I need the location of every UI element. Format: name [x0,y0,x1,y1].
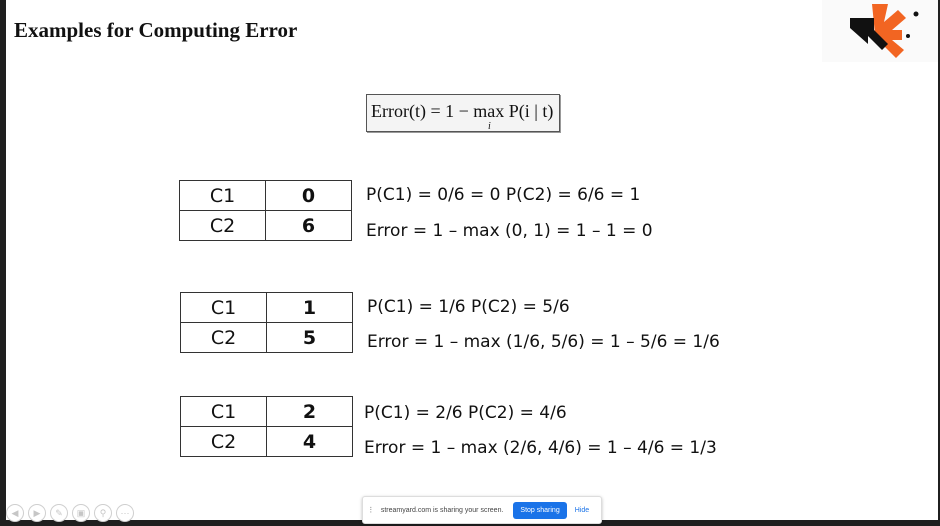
class-cell: C1 [179,180,266,211]
class-cell: C2 [179,210,266,241]
slides-icon[interactable]: ▣ [72,504,90,522]
stop-sharing-button[interactable]: Stop sharing [513,501,567,519]
share-message: streamyard.com is sharing your screen. [380,506,504,514]
count-table-1: C1 0 C2 6 [179,180,352,241]
error-line-3: Error = 1 – max (2/6, 4/6) = 1 – 4/6 = 1… [364,438,717,458]
error-formula: Error(t) = 1 − max P(i | t) i [366,94,560,132]
more-icon[interactable]: ⋯ [116,504,134,522]
class-cell: C1 [180,292,267,323]
prev-icon[interactable]: ◀ [6,504,24,522]
table-row: C1 1 [180,292,353,323]
slide-title: Examples for Computing Error [14,18,298,42]
count-table-3: C1 2 C2 4 [180,396,353,457]
table-row: C1 2 [180,396,353,427]
pen-icon[interactable]: ✎ [50,504,68,522]
probability-line-2: P(C1) = 1/6 P(C2) = 5/6 [367,297,570,317]
presentation-controls: ◀ ▶ ✎ ▣ ⚲ ⋯ [6,504,134,522]
probability-line-1: P(C1) = 0/6 = 0 P(C2) = 6/6 = 1 [366,185,641,205]
screen-share-bar: ⠇ streamyard.com is sharing your screen.… [362,496,602,524]
count-cell: 6 [265,210,352,241]
table-row: C1 0 [179,180,352,211]
formula-subscript: i [488,121,491,132]
error-line-2: Error = 1 – max (1/6, 5/6) = 1 – 5/6 = 1… [367,332,720,352]
count-table-2: C1 1 C2 5 [180,292,353,353]
zoom-icon[interactable]: ⚲ [94,504,112,522]
formula-text: Error(t) = 1 − max P(i | t) [371,101,554,121]
table-row: C2 4 [180,426,353,457]
next-icon[interactable]: ▶ [28,504,46,522]
class-cell: C2 [180,426,267,457]
drag-handle-icon[interactable]: ⠇ [369,506,375,515]
count-cell: 4 [266,426,353,457]
hide-button[interactable]: Hide [575,507,589,514]
error-line-1: Error = 1 – max (0, 1) = 1 – 1 = 0 [366,221,653,241]
count-cell: 2 [266,396,353,427]
class-cell: C1 [180,396,267,427]
count-cell: 5 [266,322,353,353]
count-cell: 1 [266,292,353,323]
probability-line-3: P(C1) = 2/6 P(C2) = 4/6 [364,403,567,423]
count-cell: 0 [265,180,352,211]
table-row: C2 6 [179,210,352,241]
class-cell: C2 [180,322,267,353]
slide: Examples for Computing Error Error(t) = … [6,0,938,520]
table-row: C2 5 [180,322,353,353]
brand-logo-icon [850,4,919,58]
logo-area [822,0,938,62]
